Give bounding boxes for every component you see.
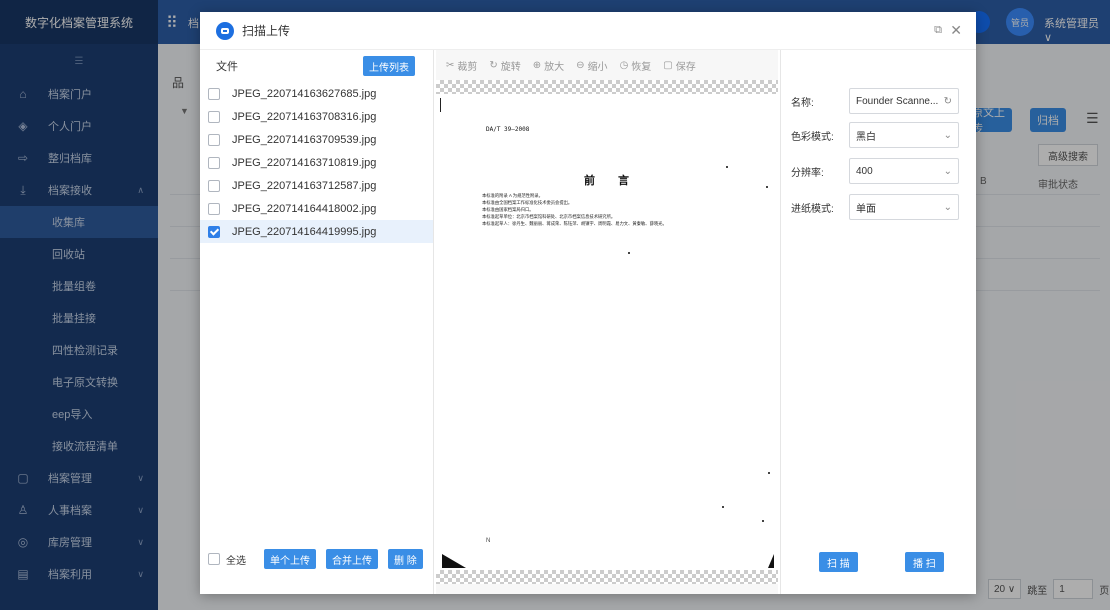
- scanner-name-row: 名称: Founder Scanne... ↻: [791, 88, 967, 114]
- zoom-out-icon: ⊖: [576, 59, 585, 71]
- file-list-header: 文件 上传列表: [200, 50, 433, 82]
- zoom-out-tool[interactable]: ⊖ 缩小: [576, 58, 607, 73]
- close-icon[interactable]: ✕: [950, 22, 962, 39]
- broadcast-scan-button[interactable]: 播 扫: [905, 552, 944, 572]
- paper-mode-label: 进纸模式:: [791, 203, 834, 215]
- scan-button[interactable]: 扫 描: [819, 552, 858, 572]
- upload-list-button[interactable]: 上传列表: [363, 56, 415, 76]
- doc-heading: 前 言: [584, 175, 635, 187]
- paper-mode-select[interactable]: 单面 ⌄: [849, 194, 959, 220]
- zoom-in-tool[interactable]: ⊕ 放大: [533, 58, 564, 73]
- list-item[interactable]: JPEG_220714164419995.jpg: [200, 220, 433, 243]
- file-name: JPEG_220714163627685.jpg: [232, 87, 377, 100]
- scanner-name-select[interactable]: Founder Scanne... ↻: [849, 88, 959, 114]
- scan-mark: [440, 98, 441, 112]
- file-name: JPEG_220714164419995.jpg: [232, 225, 377, 238]
- file-actions: 全选 单个上传 合并上传 删 除: [200, 546, 434, 572]
- color-mode-label: 色彩模式:: [791, 131, 834, 143]
- scan-speck: [628, 252, 630, 254]
- resolution-select[interactable]: 400 ⌄: [849, 158, 959, 184]
- scanned-page-preview[interactable]: DA/T 39—2008 前 言 本标准的附录 A 为规范性附录。本标准由全国档…: [436, 94, 778, 570]
- merge-upload-button[interactable]: 合并上传: [326, 549, 378, 569]
- single-upload-button[interactable]: 单个上传: [264, 549, 316, 569]
- resolution-row: 分辨率: 400 ⌄: [791, 158, 967, 184]
- scanner-logo-icon: [216, 21, 234, 40]
- file-checkbox[interactable]: [208, 225, 220, 238]
- scan-upload-dialog: 扫描上传 ⧉ ✕ 文件 上传列表 JPEG_220714163627685.jp…: [200, 12, 976, 594]
- chevron-down-icon: ⌄: [943, 165, 952, 177]
- list-item[interactable]: JPEG_220714163627685.jpg: [200, 82, 433, 105]
- chevron-down-icon: ⌄: [943, 201, 952, 213]
- save-tool[interactable]: ▢ 保存: [663, 58, 695, 73]
- doc-standard-code: DA/T 39—2008: [486, 126, 530, 133]
- list-item[interactable]: JPEG_220714163709539.jpg: [200, 128, 433, 151]
- file-checkbox[interactable]: [208, 179, 220, 192]
- rotate-tool[interactable]: ↻ 旋转: [489, 58, 520, 73]
- files-label: 文件: [216, 61, 238, 73]
- doc-footer-mark: N: [486, 538, 491, 544]
- doc-text-line: 本标准由全国档案工作标准化技术委员会提出。: [482, 200, 573, 205]
- transparency-strip-bottom: [436, 570, 778, 584]
- doc-text-line: 本标准的附录 A 为规范性附录。: [482, 193, 543, 198]
- delete-button[interactable]: 删 除: [388, 549, 423, 569]
- doc-text-line: 本标准起草人：徐丹生、魏丽丽、蒋成荣、陈钰萍、胡镇宇、周明霞、易力文、黄秦敏、薛…: [482, 221, 667, 226]
- crop-tool[interactable]: ✂ 裁剪: [446, 58, 477, 73]
- scan-speck: [766, 186, 768, 188]
- scan-corner: [768, 554, 774, 568]
- scan-speck: [762, 520, 764, 522]
- file-checkbox[interactable]: [208, 87, 220, 100]
- file-checkbox[interactable]: [208, 133, 220, 146]
- resolution-label: 分辨率:: [791, 167, 824, 179]
- scanner-name-label: 名称:: [791, 97, 814, 109]
- restore-tool[interactable]: ◷ 恢复: [620, 58, 652, 73]
- crop-icon: ✂: [446, 59, 455, 71]
- scan-speck: [722, 506, 724, 508]
- select-all-label: 全选: [226, 555, 246, 567]
- image-toolbar: ✂ 裁剪 ↻ 旋转 ⊕ 放大 ⊖ 缩小 ◷ 恢复 ▢ 保存: [436, 50, 778, 80]
- scan-speck: [768, 472, 770, 474]
- save-icon: ▢: [663, 59, 673, 71]
- scanner-settings-panel: 名称: Founder Scanne... ↻ 色彩模式: 黑白 ⌄ 分辨率: …: [780, 50, 976, 594]
- rotate-icon: ↻: [489, 59, 498, 71]
- refresh-icon[interactable]: ↻: [944, 96, 952, 107]
- file-name: JPEG_220714163712587.jpg: [232, 179, 377, 192]
- restore-icon: ◷: [619, 59, 629, 71]
- list-item[interactable]: JPEG_220714163710819.jpg: [200, 151, 433, 174]
- scan-speck: [726, 166, 728, 168]
- file-list: JPEG_220714163627685.jpg JPEG_22071416370…: [200, 82, 433, 243]
- file-name: JPEG_220714163708316.jpg: [232, 110, 377, 123]
- list-item[interactable]: JPEG_220714163708316.jpg: [200, 105, 433, 128]
- chevron-down-icon: ⌄: [943, 129, 952, 141]
- dialog-header: 扫描上传 ⧉ ✕: [200, 12, 976, 50]
- file-name: JPEG_220714163709539.jpg: [232, 133, 377, 146]
- file-checkbox[interactable]: [208, 202, 220, 215]
- scan-corner: [442, 554, 466, 568]
- file-checkbox[interactable]: [208, 156, 220, 169]
- transparency-strip-top: [436, 80, 778, 94]
- color-mode-row: 色彩模式: 黑白 ⌄: [791, 122, 967, 148]
- list-item[interactable]: JPEG_220714163712587.jpg: [200, 174, 433, 197]
- file-list-panel: 文件 上传列表 JPEG_220714163627685.jpg JPEG_220…: [200, 50, 434, 594]
- file-name: JPEG_220714164418002.jpg: [232, 202, 377, 215]
- doc-text-line: 本标准由国家档案局归口。: [482, 207, 534, 212]
- select-all-checkbox[interactable]: [208, 553, 220, 565]
- file-checkbox[interactable]: [208, 110, 220, 123]
- zoom-in-icon: ⊕: [532, 59, 542, 71]
- list-item[interactable]: JPEG_220714164418002.jpg: [200, 197, 433, 220]
- file-name: JPEG_220714163710819.jpg: [232, 156, 377, 169]
- dialog-title: 扫描上传: [242, 24, 291, 38]
- preview-panel: ✂ 裁剪 ↻ 旋转 ⊕ 放大 ⊖ 缩小 ◷ 恢复 ▢ 保存 DA/T 39—2008 前 言…: [436, 50, 778, 594]
- paper-mode-row: 进纸模式: 单面 ⌄: [791, 194, 967, 220]
- maximize-icon[interactable]: ⧉: [934, 24, 942, 37]
- doc-text-line: 本标准起草单位：北京市档案馆科研处、北京市档案信息技术研究所。: [482, 214, 616, 219]
- color-mode-select[interactable]: 黑白 ⌄: [849, 122, 959, 148]
